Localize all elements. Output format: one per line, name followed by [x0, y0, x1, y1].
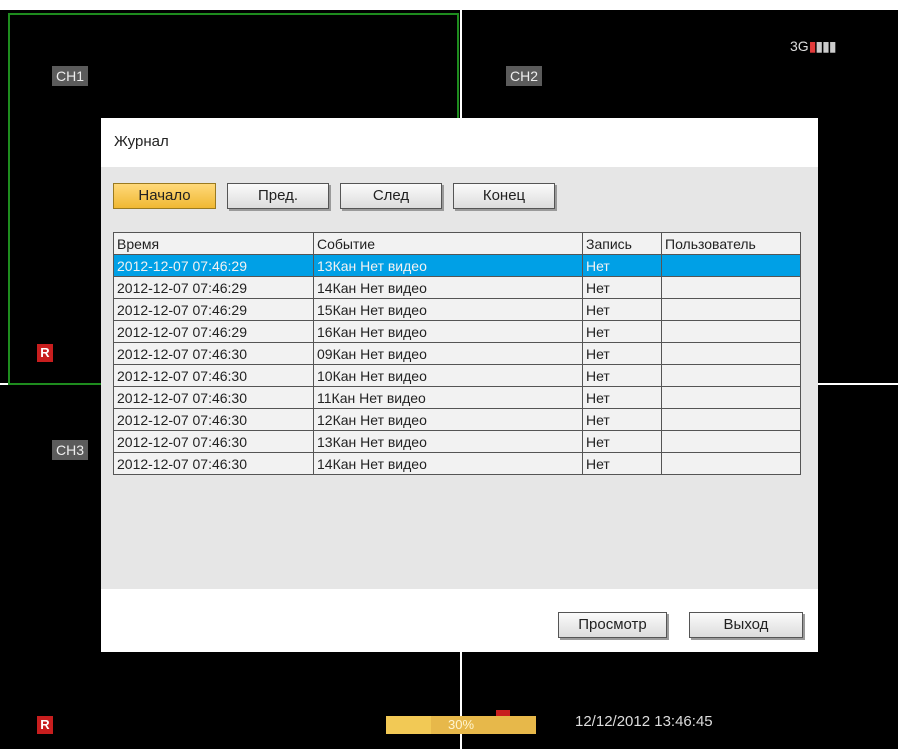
grid-divider-horizontal-right	[818, 383, 898, 385]
table-row[interactable]: 2012-12-07 07:46:30 14Кан Нет видео Нет	[113, 452, 801, 475]
user-cell	[661, 342, 801, 365]
user-cell	[661, 364, 801, 387]
event-cell: 10Кан Нет видео	[313, 364, 583, 387]
user-cell	[661, 408, 801, 431]
record-badge-ch1: R	[37, 344, 53, 362]
dvr-screen: CH1 CH2 CH3 R R 3G▮▮▮▮ Журнал Начало Пре…	[0, 0, 898, 749]
table-row[interactable]: 2012-12-07 07:46:29 16Кан Нет видео Нет	[113, 320, 801, 343]
table-row[interactable]: 2012-12-07 07:46:30 12Кан Нет видео Нет	[113, 408, 801, 431]
table-row[interactable]: 2012-12-07 07:46:30 13Кан Нет видео Нет	[113, 430, 801, 453]
event-cell: 13Кан Нет видео	[313, 254, 583, 277]
dialog-footer: Просмотр Выход	[101, 589, 818, 652]
record-cell: Нет	[582, 364, 662, 387]
top-strip	[0, 0, 898, 10]
event-cell: 14Кан Нет видео	[313, 276, 583, 299]
prev-page-label: Пред.	[257, 187, 299, 204]
channel-2-label[interactable]: CH2	[506, 66, 543, 86]
event-cell: 09Кан Нет видео	[313, 342, 583, 365]
dialog-title: Журнал	[114, 133, 169, 150]
record-cell: Нет	[582, 276, 662, 299]
last-page-label: Конец	[482, 187, 526, 204]
time-cell: 2012-12-07 07:46:29	[113, 276, 314, 299]
table-row[interactable]: 2012-12-07 07:46:30 10Кан Нет видео Нет	[113, 364, 801, 387]
signal-label: 3G	[790, 38, 809, 54]
record-cell: Нет	[582, 430, 662, 453]
user-cell	[661, 452, 801, 475]
progress-label: 30%	[447, 717, 475, 732]
column-header-event[interactable]: Событие	[313, 232, 583, 255]
record-badge-ch3: R	[37, 716, 53, 734]
channel-1-label[interactable]: CH1	[52, 66, 89, 86]
exit-button[interactable]: Выход	[689, 612, 803, 638]
table-header-row: Время Событие Запись Пользователь	[113, 232, 801, 255]
time-cell: 2012-12-07 07:46:29	[113, 298, 314, 321]
time-cell: 2012-12-07 07:46:30	[113, 386, 314, 409]
record-cell: Нет	[582, 342, 662, 365]
prev-page-button[interactable]: Пред.	[227, 183, 329, 209]
dialog-header: Журнал	[101, 118, 818, 167]
time-cell: 2012-12-07 07:46:30	[113, 452, 314, 475]
signal-bars-icon: ▮▮▮▮	[808, 38, 837, 54]
user-cell	[661, 320, 801, 343]
user-cell	[661, 298, 801, 321]
event-cell: 12Кан Нет видео	[313, 408, 583, 431]
event-cell: 14Кан Нет видео	[313, 452, 583, 475]
table-row[interactable]: 2012-12-07 07:46:29 13Кан Нет видео Нет	[113, 254, 801, 277]
time-cell: 2012-12-07 07:46:30	[113, 342, 314, 365]
first-page-button[interactable]: Начало	[113, 183, 216, 209]
record-cell: Нет	[582, 298, 662, 321]
progress-bar: 30%	[386, 716, 536, 734]
record-cell: Нет	[582, 408, 662, 431]
log-table: Время Событие Запись Пользователь 2012-1…	[113, 232, 801, 475]
record-cell: Нет	[582, 320, 662, 343]
time-cell: 2012-12-07 07:46:29	[113, 320, 314, 343]
table-row[interactable]: 2012-12-07 07:46:29 15Кан Нет видео Нет	[113, 298, 801, 321]
event-cell: 15Кан Нет видео	[313, 298, 583, 321]
next-page-button[interactable]: След	[340, 183, 442, 209]
datetime-display: 12/12/2012 13:46:45	[575, 713, 713, 730]
record-cell: Нет	[582, 386, 662, 409]
view-button-label: Просмотр	[578, 616, 647, 633]
record-indicator	[496, 710, 510, 716]
table-row[interactable]: 2012-12-07 07:46:30 09Кан Нет видео Нет	[113, 342, 801, 365]
column-header-record[interactable]: Запись	[582, 232, 662, 255]
user-cell	[661, 276, 801, 299]
user-cell	[661, 254, 801, 277]
user-cell	[661, 386, 801, 409]
signal-indicator: 3G▮▮▮▮	[790, 38, 837, 55]
table-row[interactable]: 2012-12-07 07:46:30 11Кан Нет видео Нет	[113, 386, 801, 409]
event-cell: 16Кан Нет видео	[313, 320, 583, 343]
exit-button-label: Выход	[723, 616, 769, 633]
grid-divider-vertical-bottom	[460, 652, 462, 749]
user-cell	[661, 430, 801, 453]
time-cell: 2012-12-07 07:46:30	[113, 408, 314, 431]
record-cell: Нет	[582, 452, 662, 475]
last-page-button[interactable]: Конец	[453, 183, 555, 209]
table-row[interactable]: 2012-12-07 07:46:29 14Кан Нет видео Нет	[113, 276, 801, 299]
next-page-label: След	[372, 187, 410, 204]
channel-3-label[interactable]: CH3	[52, 440, 89, 460]
column-header-user[interactable]: Пользователь	[661, 232, 801, 255]
log-dialog: Журнал Начало Пред. След Конец Время Соб…	[101, 118, 818, 652]
record-cell: Нет	[582, 254, 662, 277]
event-cell: 13Кан Нет видео	[313, 430, 583, 453]
first-page-label: Начало	[138, 187, 191, 204]
column-header-time[interactable]: Время	[113, 232, 314, 255]
time-cell: 2012-12-07 07:46:30	[113, 364, 314, 387]
grid-divider-vertical-top	[460, 10, 462, 118]
event-cell: 11Кан Нет видео	[313, 386, 583, 409]
view-button[interactable]: Просмотр	[558, 612, 667, 638]
time-cell: 2012-12-07 07:46:29	[113, 254, 314, 277]
time-cell: 2012-12-07 07:46:30	[113, 430, 314, 453]
